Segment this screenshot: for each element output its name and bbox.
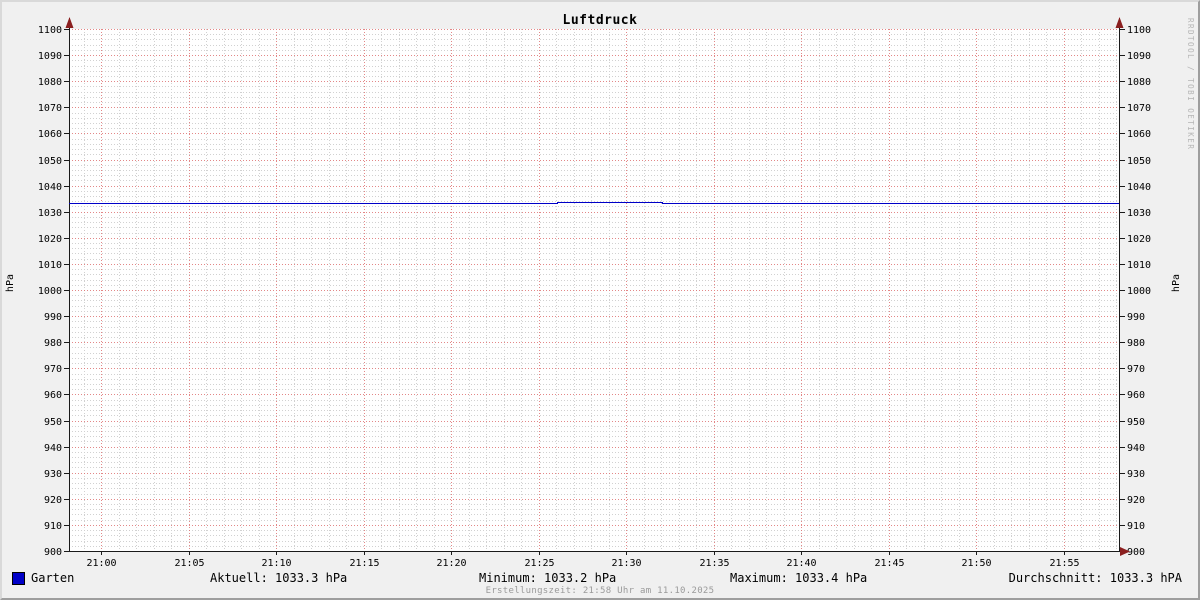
svg-text:1000: 1000 — [1127, 286, 1151, 297]
svg-text:1070: 1070 — [1127, 103, 1151, 114]
svg-text:940: 940 — [1127, 443, 1145, 454]
svg-text:1010: 1010 — [38, 260, 62, 271]
svg-text:970: 970 — [1127, 364, 1145, 375]
svg-text:1040: 1040 — [38, 182, 62, 193]
rrdtool-graph: Luftdruck 900 900 910 910 920 920 930 930 940 940… — [0, 0, 1200, 600]
svg-text:970: 970 — [44, 364, 62, 375]
svg-text:21:30: 21:30 — [611, 558, 641, 569]
svg-text:21:50: 21:50 — [961, 558, 991, 569]
svg-text:900: 900 — [1127, 547, 1145, 558]
svg-text:1090: 1090 — [38, 51, 62, 62]
svg-text:21:20: 21:20 — [436, 558, 466, 569]
svg-text:980: 980 — [1127, 338, 1145, 349]
svg-text:1100: 1100 — [1127, 25, 1151, 36]
svg-text:21:15: 21:15 — [349, 558, 379, 569]
y-axis-label-right: hPa — [1171, 274, 1182, 293]
svg-text:960: 960 — [1127, 390, 1145, 401]
svg-text:21:00: 21:00 — [86, 558, 116, 569]
svg-text:1080: 1080 — [1127, 77, 1151, 88]
svg-text:1040: 1040 — [1127, 182, 1151, 193]
svg-text:1000: 1000 — [38, 286, 62, 297]
creation-timestamp: Erstellungszeit: 21:58 Uhr am 11.10.2025 — [485, 586, 715, 596]
svg-text:910: 910 — [44, 521, 62, 532]
svg-text:21:25: 21:25 — [524, 558, 554, 569]
svg-text:1030: 1030 — [38, 208, 62, 219]
svg-text:21:40: 21:40 — [786, 558, 816, 569]
svg-text:21:35: 21:35 — [699, 558, 729, 569]
svg-text:1050: 1050 — [1127, 156, 1151, 167]
svg-text:1060: 1060 — [38, 129, 62, 140]
svg-text:1030: 1030 — [1127, 208, 1151, 219]
svg-text:990: 990 — [44, 312, 62, 323]
svg-text:1070: 1070 — [38, 103, 62, 114]
svg-text:1020: 1020 — [1127, 234, 1151, 245]
svg-text:920: 920 — [44, 495, 62, 506]
svg-text:1080: 1080 — [38, 77, 62, 88]
svg-text:950: 950 — [44, 417, 62, 428]
svg-text:950: 950 — [1127, 417, 1145, 428]
svg-text:920: 920 — [1127, 495, 1145, 506]
chart-canvas: 900 900 910 910 920 920 930 930 940 940 950 950 960 9… — [38, 17, 1151, 569]
svg-text:1020: 1020 — [38, 234, 62, 245]
svg-text:1100: 1100 — [38, 25, 62, 36]
svg-text:930: 930 — [44, 469, 62, 480]
svg-text:21:45: 21:45 — [874, 558, 904, 569]
svg-text:900: 900 — [44, 547, 62, 558]
svg-text:940: 940 — [44, 443, 62, 454]
svg-text:990: 990 — [1127, 312, 1145, 323]
svg-text:1060: 1060 — [1127, 129, 1151, 140]
svg-text:1090: 1090 — [1127, 51, 1151, 62]
svg-text:930: 930 — [1127, 469, 1145, 480]
svg-text:980: 980 — [44, 338, 62, 349]
svg-text:1050: 1050 — [38, 156, 62, 167]
y-axis-label-left: hPa — [5, 274, 16, 293]
svg-text:21:10: 21:10 — [261, 558, 291, 569]
svg-text:1010: 1010 — [1127, 260, 1151, 271]
svg-text:960: 960 — [44, 390, 62, 401]
rrdtool-watermark: RRDTOOL / TOBI OETIKER — [1186, 18, 1195, 151]
svg-text:910: 910 — [1127, 521, 1145, 532]
svg-text:21:55: 21:55 — [1049, 558, 1079, 569]
svg-text:21:05: 21:05 — [174, 558, 204, 569]
